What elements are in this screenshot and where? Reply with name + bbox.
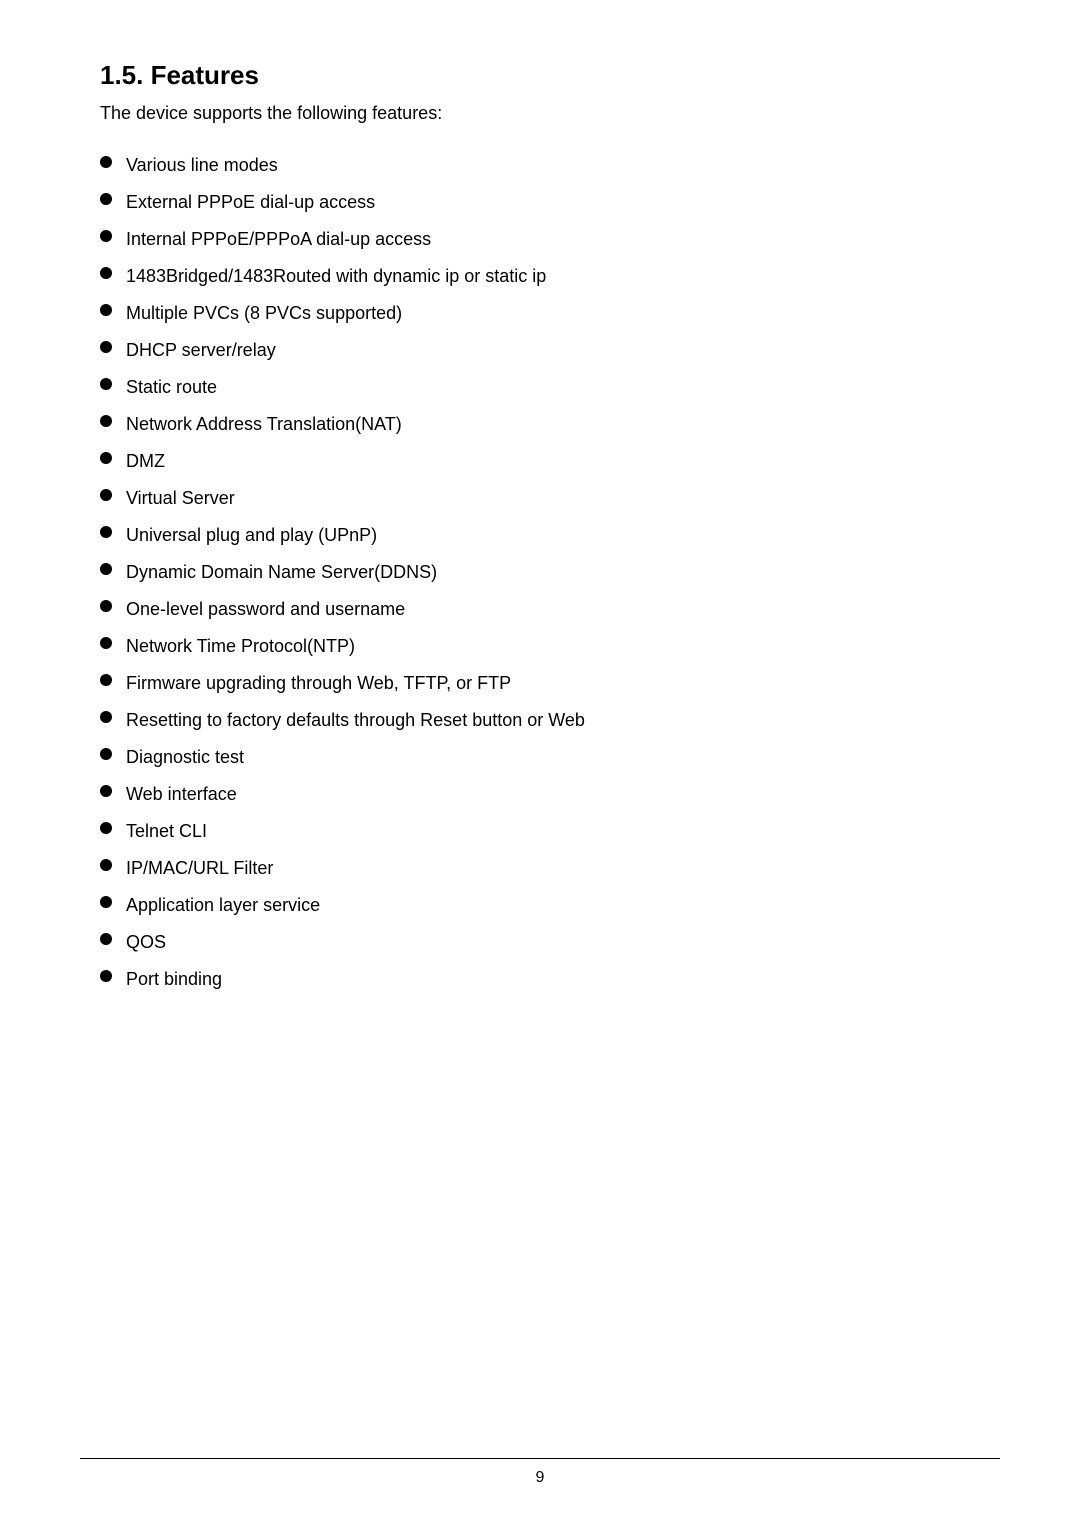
feature-text: Firmware upgrading through Web, TFTP, or… bbox=[126, 670, 511, 697]
bullet-icon bbox=[100, 452, 112, 464]
feature-text: Application layer service bbox=[126, 892, 320, 919]
list-item: IP/MAC/URL Filter bbox=[100, 855, 1000, 882]
feature-text: IP/MAC/URL Filter bbox=[126, 855, 273, 882]
feature-text: External PPPoE dial-up access bbox=[126, 189, 375, 216]
list-item: Static route bbox=[100, 374, 1000, 401]
bullet-icon bbox=[100, 748, 112, 760]
bullet-icon bbox=[100, 193, 112, 205]
bullet-icon bbox=[100, 785, 112, 797]
bullet-icon bbox=[100, 526, 112, 538]
feature-text: Virtual Server bbox=[126, 485, 235, 512]
feature-text: Web interface bbox=[126, 781, 237, 808]
bullet-icon bbox=[100, 859, 112, 871]
bullet-icon bbox=[100, 156, 112, 168]
list-item: Universal plug and play (UPnP) bbox=[100, 522, 1000, 549]
list-item: Network Address Translation(NAT) bbox=[100, 411, 1000, 438]
feature-text: Diagnostic test bbox=[126, 744, 244, 771]
page: 1.5. Features The device supports the fo… bbox=[0, 0, 1080, 1527]
list-item: Multiple PVCs (8 PVCs supported) bbox=[100, 300, 1000, 327]
list-item: Virtual Server bbox=[100, 485, 1000, 512]
list-item: External PPPoE dial-up access bbox=[100, 189, 1000, 216]
feature-text: Dynamic Domain Name Server(DDNS) bbox=[126, 559, 437, 586]
list-item: Resetting to factory defaults through Re… bbox=[100, 707, 1000, 734]
bullet-icon bbox=[100, 230, 112, 242]
list-item: DMZ bbox=[100, 448, 1000, 475]
feature-text: 1483Bridged/1483Routed with dynamic ip o… bbox=[126, 263, 546, 290]
bullet-icon bbox=[100, 563, 112, 575]
bullet-icon bbox=[100, 674, 112, 686]
list-item: Application layer service bbox=[100, 892, 1000, 919]
list-item: Web interface bbox=[100, 781, 1000, 808]
bullet-icon bbox=[100, 489, 112, 501]
list-item: DHCP server/relay bbox=[100, 337, 1000, 364]
bullet-icon bbox=[100, 415, 112, 427]
bullet-icon bbox=[100, 970, 112, 982]
list-item: One-level password and username bbox=[100, 596, 1000, 623]
bullet-icon bbox=[100, 637, 112, 649]
page-footer: 9 bbox=[0, 1458, 1080, 1487]
feature-text: Static route bbox=[126, 374, 217, 401]
bullet-icon bbox=[100, 341, 112, 353]
feature-text: Network Address Translation(NAT) bbox=[126, 411, 402, 438]
feature-text: QOS bbox=[126, 929, 166, 956]
section-title: 1.5. Features bbox=[100, 60, 1000, 91]
bullet-icon bbox=[100, 304, 112, 316]
footer-divider bbox=[80, 1458, 1000, 1459]
feature-text: One-level password and username bbox=[126, 596, 405, 623]
list-item: Port binding bbox=[100, 966, 1000, 993]
list-item: Various line modes bbox=[100, 152, 1000, 179]
bullet-icon bbox=[100, 896, 112, 908]
bullet-icon bbox=[100, 711, 112, 723]
list-item: QOS bbox=[100, 929, 1000, 956]
feature-text: Network Time Protocol(NTP) bbox=[126, 633, 355, 660]
list-item: Internal PPPoE/PPPoA dial-up access bbox=[100, 226, 1000, 253]
bullet-icon bbox=[100, 933, 112, 945]
feature-text: Internal PPPoE/PPPoA dial-up access bbox=[126, 226, 431, 253]
feature-list: Various line modes External PPPoE dial-up… bbox=[100, 152, 1000, 993]
feature-text: Universal plug and play (UPnP) bbox=[126, 522, 377, 549]
feature-text: Various line modes bbox=[126, 152, 278, 179]
list-item: Network Time Protocol(NTP) bbox=[100, 633, 1000, 660]
list-item: 1483Bridged/1483Routed with dynamic ip o… bbox=[100, 263, 1000, 290]
bullet-icon bbox=[100, 378, 112, 390]
list-item: Firmware upgrading through Web, TFTP, or… bbox=[100, 670, 1000, 697]
feature-text: DHCP server/relay bbox=[126, 337, 276, 364]
feature-text: Multiple PVCs (8 PVCs supported) bbox=[126, 300, 402, 327]
list-item: Dynamic Domain Name Server(DDNS) bbox=[100, 559, 1000, 586]
feature-text: Telnet CLI bbox=[126, 818, 207, 845]
page-number: 9 bbox=[536, 1469, 545, 1486]
section-intro: The device supports the following featur… bbox=[100, 103, 1000, 124]
bullet-icon bbox=[100, 267, 112, 279]
feature-text: Port binding bbox=[126, 966, 222, 993]
bullet-icon bbox=[100, 600, 112, 612]
feature-text: DMZ bbox=[126, 448, 165, 475]
feature-text: Resetting to factory defaults through Re… bbox=[126, 707, 585, 734]
bullet-icon bbox=[100, 822, 112, 834]
list-item: Telnet CLI bbox=[100, 818, 1000, 845]
list-item: Diagnostic test bbox=[100, 744, 1000, 771]
